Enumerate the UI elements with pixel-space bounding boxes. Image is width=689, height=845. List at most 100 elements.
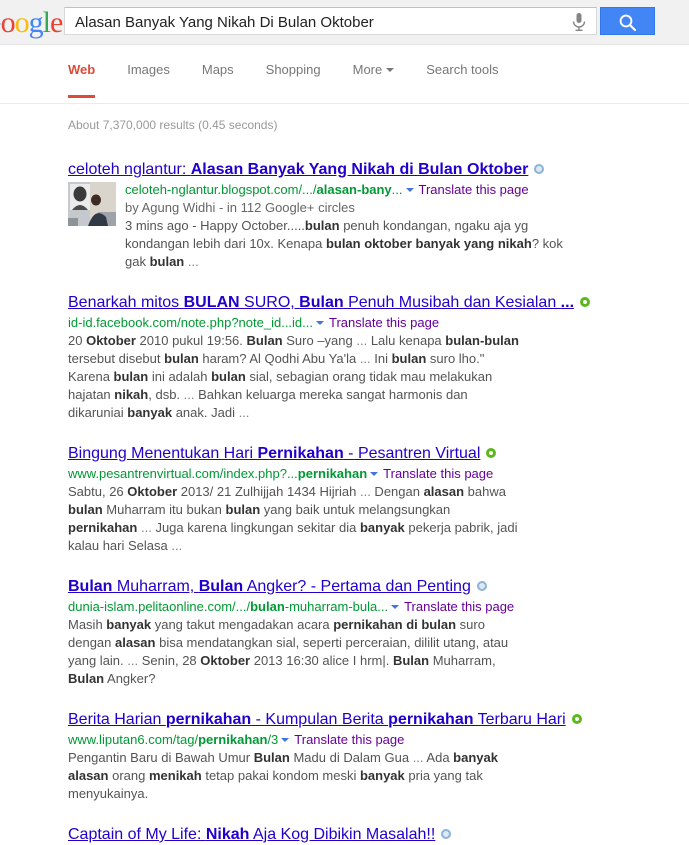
result-stats: About 7,370,000 results (0.45 seconds) xyxy=(68,118,278,132)
logo-letter-g2: g xyxy=(28,6,44,39)
result-snippet: Pengantin Baru di Bawah Umur Bulan Madu … xyxy=(68,750,498,801)
result-title-link[interactable]: Bingung Menentukan Hari Pernikahan - Pes… xyxy=(68,445,480,462)
tab-search-tools[interactable]: Search tools xyxy=(426,62,498,98)
tab-images-label: Images xyxy=(127,62,170,77)
result-title-bold: Alasan Banyak Yang Nikah di Bulan Oktobe… xyxy=(190,161,529,178)
result-menu-chevron-icon[interactable] xyxy=(405,187,414,192)
result-author-meta: by Agung Widhi - in 112 Google+ circles xyxy=(125,200,355,215)
search-input[interactable] xyxy=(73,8,557,36)
result-menu-chevron-icon[interactable] xyxy=(316,320,324,325)
tab-maps-label: Maps xyxy=(201,62,234,77)
result-body: dunia-islam.pelitaonline.com/.../bulan-m… xyxy=(68,598,689,688)
translate-this-page-link[interactable]: Translate this page xyxy=(383,466,493,481)
search-result-item: celoteh nglantur: Alasan Banyak Yang Nik… xyxy=(68,160,689,271)
result-title-bold: BULAN xyxy=(183,294,240,311)
translate-this-page-link[interactable]: Translate this page xyxy=(419,182,529,197)
result-title-tail: - Kumpulan Berita xyxy=(251,711,389,728)
translate-this-page-link[interactable]: Translate this page xyxy=(404,599,514,614)
result-url[interactable]: id-id.facebook.com/note.php?note_id...id… xyxy=(68,315,313,330)
result-title-bold: pernikahan xyxy=(165,711,252,728)
search-result-item: Benarkah mitos BULAN SURO, Bulan Penuh M… xyxy=(68,293,689,422)
google-plus-author-badge-icon[interactable] xyxy=(476,581,487,591)
result-url[interactable]: www.pesantrenvirtual.com/index.php?...pe… xyxy=(68,466,367,481)
microphone-icon[interactable] xyxy=(570,12,588,32)
result-url-part2: ... xyxy=(391,182,403,197)
result-title-plain: Berita Harian xyxy=(68,711,166,728)
tab-images[interactable]: Images xyxy=(127,62,170,98)
result-title-bold: Bulan xyxy=(68,578,113,595)
result-title-link[interactable]: Berita Harian pernikahan - Kumpulan Beri… xyxy=(68,711,566,728)
search-result-item: Bulan Muharram, Bulan Angker? - Pertama … xyxy=(68,577,689,688)
result-title-tail: - Pesantren Virtual xyxy=(343,445,481,462)
magnifier-icon xyxy=(619,14,637,32)
result-url-part1: www.liputan6.com/tag/ xyxy=(68,732,199,747)
search-button[interactable] xyxy=(600,7,655,35)
result-title-tail: Aja Kog Dibikin Masalah!! xyxy=(249,826,436,843)
result-snippet: 20 Oktober 2010 pukul 19:56. Bulan Suro … xyxy=(68,333,519,420)
result-title-bold2: pernikahan xyxy=(388,711,474,728)
tab-shopping[interactable]: Shopping xyxy=(266,62,321,98)
result-url-line: id-id.facebook.com/note.php?note_id...id… xyxy=(68,314,689,332)
tab-web[interactable]: Web xyxy=(68,62,96,98)
chevron-down-icon xyxy=(386,67,395,72)
result-title-bold: Nikah xyxy=(205,826,250,843)
result-body: celoteh-nglantur.blogspot.com/.../alasan… xyxy=(68,181,689,271)
tab-more[interactable]: More xyxy=(353,62,395,98)
result-url-part1: celoteh-nglantur.blogspot.com/.../ xyxy=(125,182,317,197)
result-url-bold: alasan-bany xyxy=(316,182,392,197)
result-body: www.pesantrenvirtual.com/index.php?...pe… xyxy=(68,465,689,555)
search-header: Google xyxy=(0,0,689,45)
logo-letter-l: l xyxy=(42,6,51,39)
result-menu-chevron-icon[interactable] xyxy=(370,471,379,476)
result-body: www.liputan6.com/tag/pernikahan/3 Transla… xyxy=(68,731,689,803)
result-title-tail2: Penuh Musibah dan Kesialan xyxy=(343,294,561,311)
result-title-tail: SURO, xyxy=(239,294,300,311)
search-result-item: Captain of My Life: Nikah Aja Kog Dibiki… xyxy=(68,825,689,845)
result-title-ellipsis: ... xyxy=(560,294,575,311)
tab-maps[interactable]: Maps xyxy=(202,62,234,98)
tab-shopping-label: Shopping xyxy=(265,62,321,77)
result-thumbnail[interactable] xyxy=(68,182,116,226)
search-result-item: Bingung Menentukan Hari Pernikahan - Pes… xyxy=(68,444,689,555)
google-plus-page-badge-icon[interactable] xyxy=(571,714,582,724)
result-title-link[interactable]: Bulan Muharram, Bulan Angker? - Pertama … xyxy=(68,578,471,595)
result-snippet: Sabtu, 26 Oktober 2013/ 21 Zulhijjah 143… xyxy=(68,484,518,553)
search-results-container: About 7,370,000 results (0.45 seconds) c… xyxy=(0,104,689,845)
translate-this-page-link[interactable]: Translate this page xyxy=(329,315,439,330)
result-title-plain: Benarkah mitos xyxy=(68,294,184,311)
logo-letter-e: e xyxy=(50,6,63,39)
result-url-line: www.liputan6.com/tag/pernikahan/3 Transla… xyxy=(68,731,689,749)
result-body: id-id.facebook.com/note.php?note_id...id… xyxy=(68,314,689,422)
result-snippet: Masih banyak yang takut mengadakan acara… xyxy=(68,617,509,686)
result-title-plain: Captain of My Life: xyxy=(68,826,206,843)
result-menu-chevron-icon[interactable] xyxy=(281,737,290,742)
result-url-part1: www.pesantrenvirtual.com/index.php?... xyxy=(68,466,298,481)
result-url-line: celoteh-nglantur.blogspot.com/.../alasan… xyxy=(125,181,689,199)
result-title-tail2: Angker? - Pertama dan Penting xyxy=(243,578,471,595)
result-title-tail: Muharram, xyxy=(112,578,199,595)
result-title-bold2: Bulan xyxy=(198,578,244,595)
result-url-part2: -muharram-bula... xyxy=(284,599,389,614)
result-url-part2: /3 xyxy=(267,732,279,747)
result-title-link[interactable]: celoteh nglantur: Alasan Banyak Yang Nik… xyxy=(68,161,528,178)
result-title-tail2: Terbaru Hari xyxy=(473,711,566,728)
nav-tabs: Web Images Maps Shopping More Search too… xyxy=(68,62,531,98)
result-url[interactable]: dunia-islam.pelitaonline.com/.../bulan-m… xyxy=(68,599,388,614)
search-box[interactable] xyxy=(64,7,597,36)
google-plus-author-badge-icon[interactable] xyxy=(534,164,545,174)
google-plus-page-badge-icon[interactable] xyxy=(486,448,497,458)
result-title-link[interactable]: Benarkah mitos BULAN SURO, Bulan Penuh M… xyxy=(68,294,574,311)
result-url-line: www.pesantrenvirtual.com/index.php?...pe… xyxy=(68,465,689,483)
google-plus-page-badge-icon[interactable] xyxy=(580,297,591,307)
translate-this-page-link[interactable]: Translate this page xyxy=(294,732,404,747)
logo-letter-o2: o xyxy=(14,6,30,39)
result-url[interactable]: www.liputan6.com/tag/pernikahan/3 xyxy=(68,732,278,747)
google-plus-author-badge-icon[interactable] xyxy=(441,829,452,839)
result-snippet: 3 mins ago - Happy October.....bulan pen… xyxy=(125,218,563,269)
search-nav-bar: Web Images Maps Shopping More Search too… xyxy=(0,45,689,104)
result-title-link[interactable]: Captain of My Life: Nikah Aja Kog Dibiki… xyxy=(68,826,435,843)
result-url-bold: bulan xyxy=(250,599,285,614)
result-url-bold: pernikahan xyxy=(198,732,268,747)
result-menu-chevron-icon[interactable] xyxy=(391,604,400,609)
result-url[interactable]: celoteh-nglantur.blogspot.com/.../alasan… xyxy=(125,182,403,197)
